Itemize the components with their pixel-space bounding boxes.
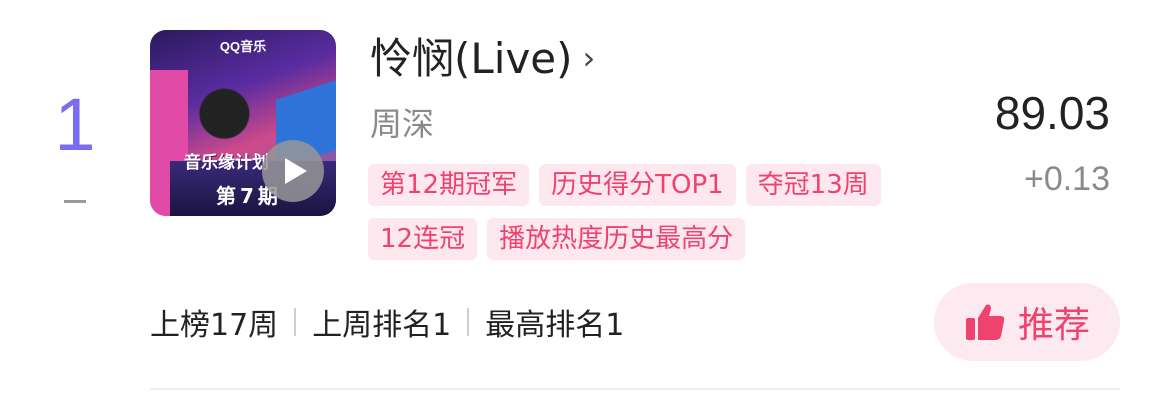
thumbs-up-icon: [965, 304, 1005, 340]
chart-stats: 上榜17周 上周排名1 最高排名1: [150, 300, 624, 344]
artist-name[interactable]: 周深: [370, 104, 434, 144]
achievement-tags: 第12期冠军 历史得分TOP1 夺冠13周 12连冠 播放热度历史最高分: [368, 164, 948, 272]
divider: [294, 308, 297, 336]
chevron-right-icon: ›: [582, 39, 596, 77]
rank-change-indicator: [64, 200, 86, 203]
best-rank: 最高排名1: [485, 308, 625, 343]
song-title: 怜悯(Live): [370, 34, 573, 83]
recommend-label: 推荐: [1017, 305, 1090, 346]
last-week-rank: 上周排名1: [312, 308, 452, 343]
qq-music-logo: QQ音乐: [219, 39, 267, 54]
play-icon: [285, 158, 307, 184]
tag: 播放热度历史最高分: [487, 218, 746, 260]
divider: [467, 308, 470, 336]
song-title-link[interactable]: 怜悯(Live) ›: [370, 32, 595, 85]
tag: 历史得分TOP1: [539, 164, 736, 206]
recommend-button[interactable]: 推荐: [934, 283, 1120, 361]
weeks-on-chart: 上榜17周: [150, 308, 279, 343]
tag: 第12期冠军: [368, 164, 530, 206]
score-value: 89.03: [994, 87, 1110, 139]
cover-show-name: 音乐缘计划: [184, 153, 269, 173]
rank-number: 1: [54, 83, 96, 166]
row-divider: [150, 388, 1120, 390]
tag: 夺冠13周: [745, 164, 881, 206]
play-button[interactable]: [262, 140, 324, 202]
score-delta: +0.13: [1023, 160, 1110, 198]
tag: 12连冠: [368, 218, 478, 260]
